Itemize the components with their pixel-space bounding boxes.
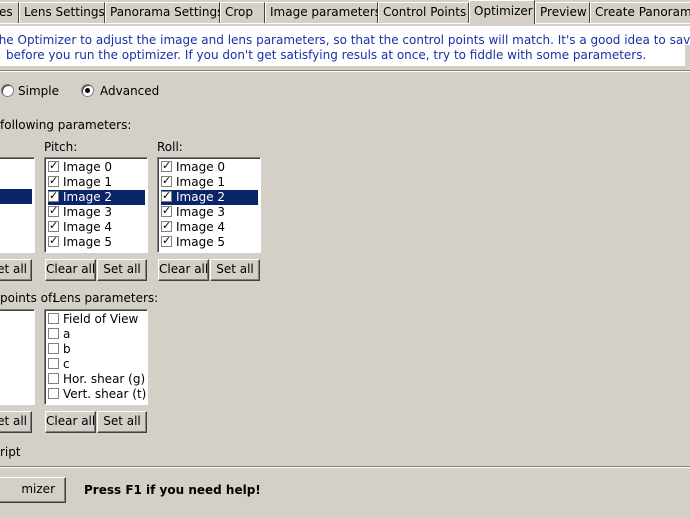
advanced-label: Advanced (100, 84, 160, 98)
simple-label: Simple (18, 84, 59, 98)
params-heading: following parameters: (0, 118, 132, 132)
checkbox-icon[interactable] (48, 174, 59, 187)
tab-lens-settings[interactable]: Lens Settings (19, 2, 105, 23)
run-optimizer-button[interactable]: mizer (0, 477, 66, 503)
tab-partial[interactable]: es (0, 2, 19, 23)
checkbox-icon[interactable] (48, 328, 59, 339)
anchor-list[interactable] (0, 309, 35, 405)
list-item[interactable]: Image 4 (48, 219, 145, 235)
points-of-label: points of: (0, 291, 56, 305)
list-item[interactable]: b (48, 342, 145, 357)
list-item[interactable]: Image 5 (161, 234, 258, 250)
checkbox-icon[interactable] (48, 159, 59, 172)
checkbox-icon[interactable] (161, 204, 172, 217)
tab-control-points[interactable]: Control Points (378, 2, 469, 23)
list-item[interactable]: Image 4 (161, 219, 258, 235)
description-box: the Optimizer to adjust the image and le… (0, 26, 690, 66)
list-item[interactable]: Image 3 (161, 204, 258, 220)
yaw-set-all-button[interactable]: et all (0, 259, 32, 281)
checkbox-icon[interactable] (48, 189, 59, 202)
list-item[interactable]: Image 2 (161, 189, 258, 205)
checkbox-icon[interactable] (48, 343, 59, 354)
separator (0, 70, 690, 72)
lens-list[interactable]: Field of View a b c Hor. shear (g) Vert.… (44, 309, 148, 405)
list-item[interactable]: Image 0 (161, 159, 258, 175)
tab-crop[interactable]: Crop (220, 2, 265, 23)
tab-optimizer[interactable]: Optimizer (469, 0, 535, 24)
tab-bar: es Lens Settings Panorama Settings Crop … (0, 0, 690, 24)
tab-image-parameters[interactable]: Image parameters (265, 2, 381, 23)
simple-radio[interactable] (1, 84, 14, 97)
advanced-radio[interactable] (81, 84, 94, 97)
checkbox-icon[interactable] (48, 234, 59, 247)
lens-set-all-button[interactable]: Set all (97, 411, 147, 433)
list-item[interactable]: Image 5 (48, 234, 145, 250)
checkbox-icon[interactable] (161, 174, 172, 187)
lens-clear-all-button[interactable]: Clear all (45, 411, 96, 433)
yaw-list[interactable] (0, 157, 35, 253)
list-item[interactable]: Vert. shear (t) (48, 387, 146, 402)
checkbox-icon[interactable] (161, 234, 172, 247)
checkbox-icon[interactable] (48, 388, 59, 399)
checkbox-icon[interactable] (161, 189, 172, 202)
help-text: Press F1 if you need help! (84, 483, 261, 497)
pitch-clear-all-button[interactable]: Clear all (45, 259, 96, 281)
checkbox-icon[interactable] (161, 159, 172, 172)
list-item[interactable]: Field of View (48, 312, 145, 327)
roll-list[interactable]: Image 0 Image 1 Image 2 Image 3 Image 4 … (157, 157, 261, 253)
list-item[interactable]: Image 3 (48, 204, 145, 220)
pitch-set-all-button[interactable]: Set all (97, 259, 147, 281)
list-item[interactable]: Image 1 (161, 174, 258, 190)
list-item[interactable]: a (48, 327, 145, 342)
tab-preview[interactable]: Preview (535, 2, 590, 23)
list-item[interactable]: Image 2 (48, 189, 145, 205)
roll-label: Roll: (157, 140, 183, 154)
tab-panorama-settings[interactable]: Panorama Settings (105, 2, 223, 23)
anchor-set-all-button[interactable]: et all (0, 411, 32, 433)
list-item[interactable]: c (48, 357, 145, 372)
separator (0, 466, 690, 468)
checkbox-icon[interactable] (48, 219, 59, 232)
checkbox-icon[interactable] (48, 373, 59, 384)
save-button-partial[interactable] (684, 44, 690, 66)
pitch-label: Pitch: (44, 140, 78, 154)
lens-parameters-label: Lens parameters: (53, 291, 159, 305)
roll-clear-all-button[interactable]: Clear all (158, 259, 209, 281)
description-line-2: before you run the optimizer. If you don… (6, 48, 647, 62)
checkbox-icon[interactable] (48, 313, 59, 324)
tab-create-panorama[interactable]: Create Panorama (590, 2, 690, 23)
script-label[interactable]: ript (0, 445, 21, 459)
list-item[interactable]: Image 0 (48, 159, 145, 175)
list-item[interactable]: Hor. shear (g) (48, 372, 145, 387)
checkbox-icon[interactable] (48, 204, 59, 217)
list-item[interactable]: Image 1 (48, 174, 145, 190)
checkbox-icon[interactable] (48, 358, 59, 369)
description-line-1: the Optimizer to adjust the image and le… (0, 33, 690, 47)
checkbox-icon[interactable] (161, 219, 172, 232)
list-item[interactable] (0, 189, 32, 204)
pitch-list[interactable]: Image 0 Image 1 Image 2 Image 3 Image 4 … (44, 157, 148, 253)
roll-set-all-button[interactable]: Set all (210, 259, 260, 281)
